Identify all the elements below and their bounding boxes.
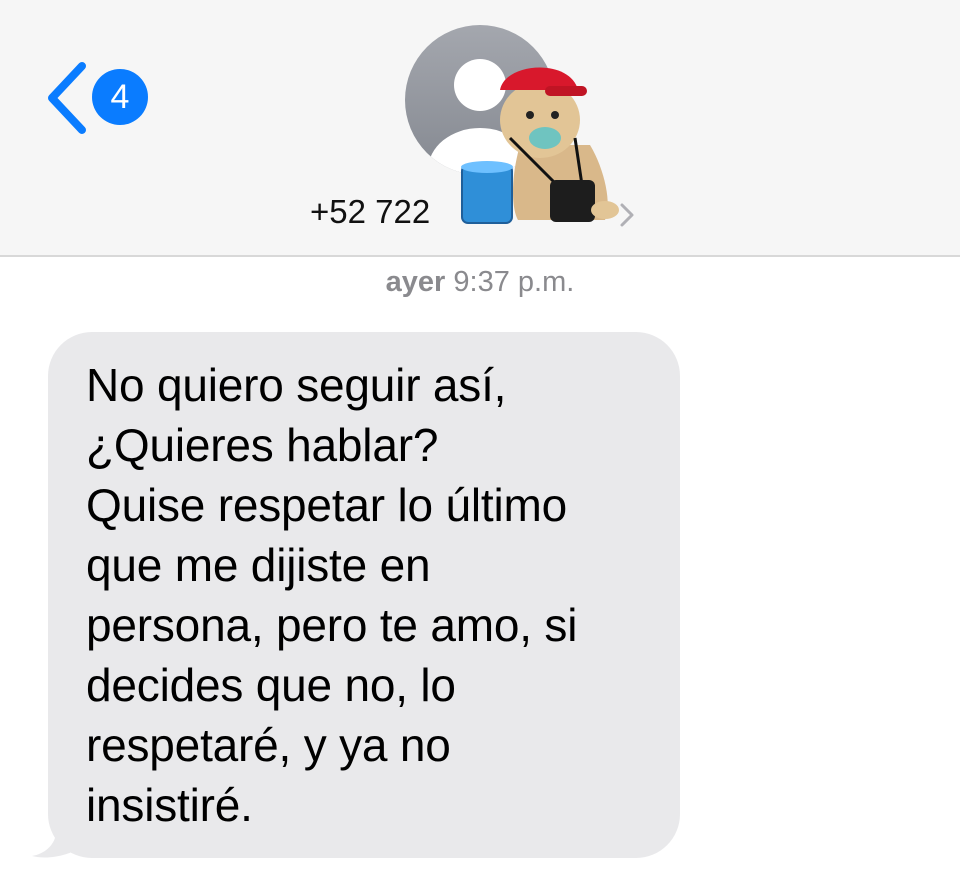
timestamp-day: ayer	[385, 266, 446, 298]
message-text: No quiero seguir así, ¿Quieres hablar? Q…	[86, 359, 578, 831]
contact-details-button[interactable]: +52 722	[310, 190, 634, 234]
message-timestamp: ayer 9:37 p.m.	[0, 266, 960, 299]
back-button[interactable]: 4	[42, 58, 162, 138]
person-silhouette-icon	[405, 25, 619, 224]
contact-number: +52 722	[310, 193, 431, 230]
conversation-header: 4 +52 722	[0, 0, 960, 257]
timestamp-time: 9:37 p.m.	[453, 266, 575, 298]
unread-count-badge: 4	[92, 69, 148, 125]
chevron-right-icon	[620, 203, 634, 227]
chevron-left-icon	[48, 62, 86, 134]
contact-avatar[interactable]	[400, 20, 640, 225]
